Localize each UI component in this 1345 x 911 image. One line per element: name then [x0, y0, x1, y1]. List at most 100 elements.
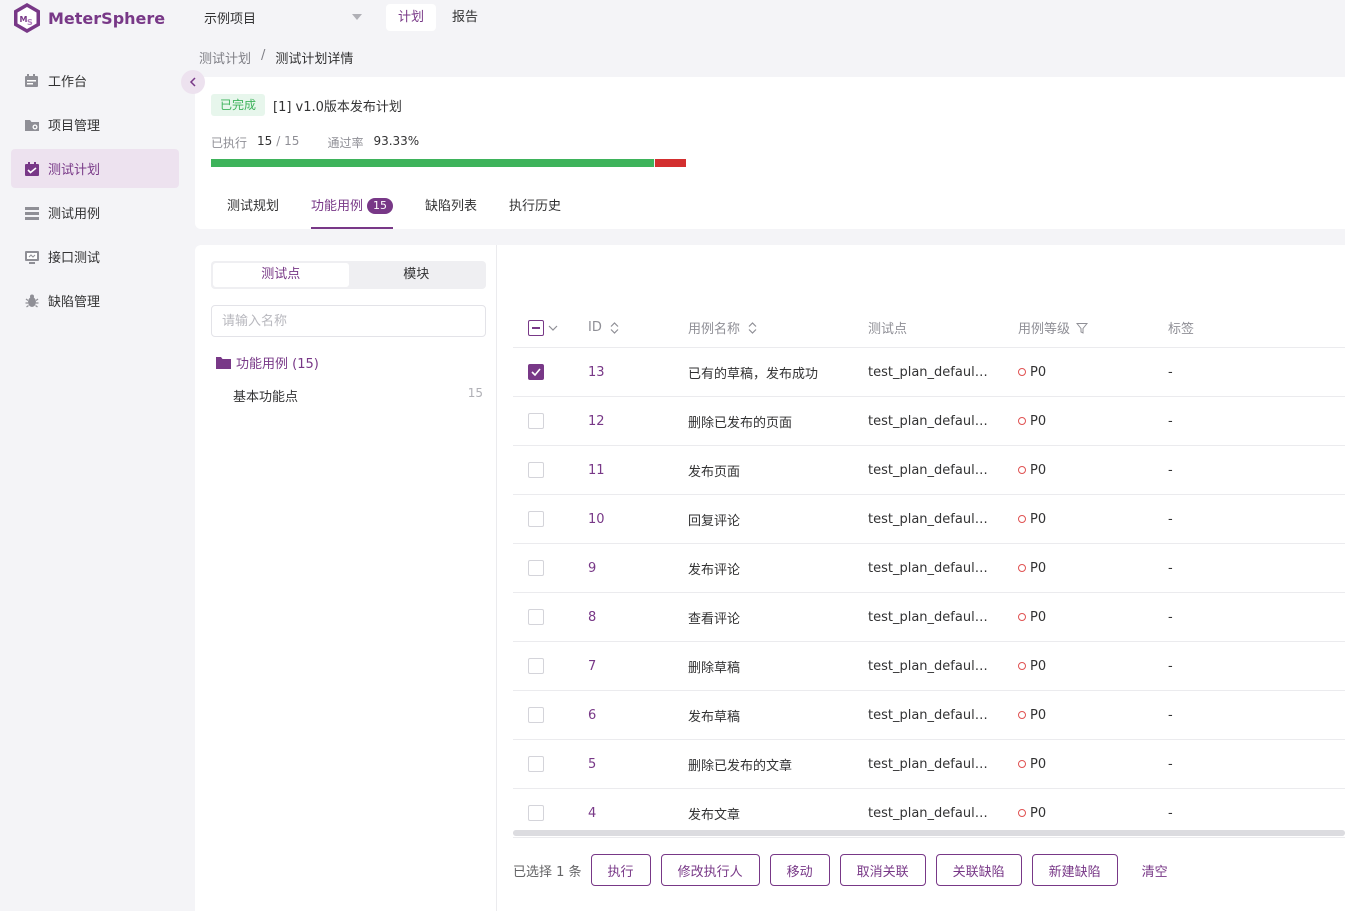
case-name: 回复评论	[688, 513, 741, 529]
tab-execution-history[interactable]: 执行历史	[493, 195, 577, 229]
case-name: 已有的草稿，发布成功	[688, 366, 819, 382]
test-case-icon	[24, 205, 40, 221]
sidebar-item-bug[interactable]: 缺陷管理	[11, 281, 179, 320]
tree-search-input[interactable]	[211, 305, 486, 337]
move-button[interactable]: 移动	[769, 854, 830, 886]
sidebar-item-api-test[interactable]: 接口测试	[11, 237, 179, 276]
sort-icon[interactable]	[748, 321, 757, 334]
case-id-link[interactable]: 9	[588, 561, 596, 576]
row-point-cell: test_plan_default_...	[868, 397, 1008, 445]
row-checkbox[interactable]	[528, 756, 544, 772]
tree-panel: 测试点 模块 功能用例 (15) 基本功能点 15	[195, 245, 497, 911]
batch-action-bar: 已选择 1 条 执行 修改执行人 移动 取消关联 关联缺陷 新建缺陷 清空	[513, 854, 1192, 886]
table-row[interactable]: 13 已有的草稿，发布成功 test_plan_default_... P0 -	[513, 348, 1345, 397]
filter-icon[interactable]	[1076, 322, 1089, 334]
sidebar-item-label: 测试计划	[48, 163, 101, 178]
segment-test-point[interactable]: 测试点	[213, 263, 349, 287]
case-name: 发布评论	[688, 562, 741, 578]
row-checkbox[interactable]	[528, 805, 544, 821]
table-row[interactable]: 5 删除已发布的文章 test_plan_default_... P0 -	[513, 740, 1345, 789]
row-checkbox[interactable]	[528, 511, 544, 527]
select-all-checkbox[interactable]	[528, 319, 558, 336]
table-row[interactable]: 8 查看评论 test_plan_default_... P0 -	[513, 593, 1345, 642]
level-dot-icon	[1018, 515, 1026, 523]
header-test-point: 测试点	[868, 308, 1008, 347]
tree-child-node[interactable]: 基本功能点 15	[233, 386, 483, 405]
case-tag: -	[1168, 707, 1173, 723]
tab-functional-cases[interactable]: 功能用例 15	[295, 195, 409, 229]
level-label: P0	[1030, 560, 1047, 576]
row-select-cell	[528, 348, 568, 396]
change-executor-button[interactable]: 修改执行人	[660, 854, 760, 886]
header-id[interactable]: ID	[588, 308, 678, 347]
sort-icon[interactable]	[610, 321, 619, 334]
case-id-link[interactable]: 6	[588, 708, 596, 723]
row-checkbox[interactable]	[528, 462, 544, 478]
horizontal-scrollbar[interactable]	[513, 830, 1345, 836]
row-checkbox[interactable]	[528, 707, 544, 723]
row-checkbox[interactable]	[528, 609, 544, 625]
row-name-cell: 删除已发布的文章	[688, 740, 858, 788]
new-defect-button[interactable]: 新建缺陷	[1031, 854, 1118, 886]
project-selector[interactable]: 示例项目	[196, 4, 370, 30]
level-dot-icon	[1018, 613, 1026, 621]
table-row[interactable]: 7 删除草稿 test_plan_default_... P0 -	[513, 642, 1345, 691]
sidebar-item-test-plan[interactable]: 测试计划	[11, 149, 179, 188]
table-header: ID 用例名称 测试点 用例等级 标签	[513, 308, 1345, 348]
case-id-link[interactable]: 11	[588, 463, 605, 478]
row-point-cell: test_plan_default_...	[868, 446, 1008, 494]
tab-defect-list[interactable]: 缺陷列表	[409, 195, 493, 229]
sidebar-item-test-case[interactable]: 测试用例	[11, 193, 179, 232]
top-nav-plan[interactable]: 计划	[386, 4, 437, 31]
header-tags: 标签	[1168, 308, 1288, 347]
row-checkbox[interactable]	[528, 658, 544, 674]
clear-selection-button[interactable]: 清空	[1127, 854, 1182, 886]
app-logo[interactable]: M S MeterSphere	[12, 2, 165, 34]
row-checkbox[interactable]	[528, 364, 544, 380]
case-table: ID 用例名称 测试点 用例等级 标签 13 已有的草稿，发布成功 test_p…	[513, 245, 1345, 911]
case-id-link[interactable]: 4	[588, 806, 596, 821]
sidebar-item-label: 工作台	[48, 75, 88, 90]
case-id-link[interactable]: 5	[588, 757, 596, 772]
case-level: P0	[1018, 708, 1046, 723]
progress-pass-segment	[211, 159, 654, 167]
table-row[interactable]: 11 发布页面 test_plan_default_... P0 -	[513, 446, 1345, 495]
sidebar-item-workbench[interactable]: 工作台	[11, 61, 179, 100]
case-id-link[interactable]: 12	[588, 414, 605, 429]
tree-root-node[interactable]: 功能用例 (15)	[216, 353, 319, 372]
tab-label: 缺陷列表	[425, 199, 478, 214]
row-checkbox[interactable]	[528, 560, 544, 576]
execute-button[interactable]: 执行	[590, 854, 651, 886]
case-name: 删除已发布的页面	[688, 415, 793, 431]
breadcrumb-parent[interactable]: 测试计划	[199, 48, 251, 67]
table-row[interactable]: 9 发布评论 test_plan_default_... P0 -	[513, 544, 1345, 593]
case-id-link[interactable]: 13	[588, 365, 605, 380]
row-id-cell: 6	[588, 691, 678, 739]
row-point-cell: test_plan_default_...	[868, 495, 1008, 543]
row-checkbox[interactable]	[528, 413, 544, 429]
table-row[interactable]: 6 发布草稿 test_plan_default_... P0 -	[513, 691, 1345, 740]
test-point: test_plan_default_...	[868, 658, 988, 674]
case-name: 发布草稿	[688, 709, 741, 725]
sidebar-collapse-button[interactable]	[181, 70, 205, 94]
row-point-cell: test_plan_default_...	[868, 740, 1008, 788]
scrollbar-thumb[interactable]	[513, 830, 1345, 836]
header-case-name[interactable]: 用例名称	[688, 308, 858, 347]
table-row[interactable]: 12 删除已发布的页面 test_plan_default_... P0 -	[513, 397, 1345, 446]
case-id-link[interactable]: 7	[588, 659, 596, 674]
top-nav-report[interactable]: 报告	[440, 4, 490, 31]
row-tag-cell: -	[1168, 593, 1288, 641]
case-level: P0	[1018, 561, 1046, 576]
breadcrumb-separator: /	[261, 48, 266, 63]
tab-test-planning[interactable]: 测试规划	[211, 195, 295, 229]
row-select-cell	[528, 544, 568, 592]
project-icon	[24, 117, 40, 133]
unlink-button[interactable]: 取消关联	[839, 854, 926, 886]
table-row[interactable]: 10 回复评论 test_plan_default_... P0 -	[513, 495, 1345, 544]
sidebar-item-project[interactable]: 项目管理	[11, 105, 179, 144]
segment-module[interactable]: 模块	[349, 263, 485, 287]
link-defect-button[interactable]: 关联缺陷	[935, 854, 1022, 886]
case-id-link[interactable]: 10	[588, 512, 605, 527]
case-id-link[interactable]: 8	[588, 610, 596, 625]
header-case-level[interactable]: 用例等级	[1018, 308, 1158, 347]
